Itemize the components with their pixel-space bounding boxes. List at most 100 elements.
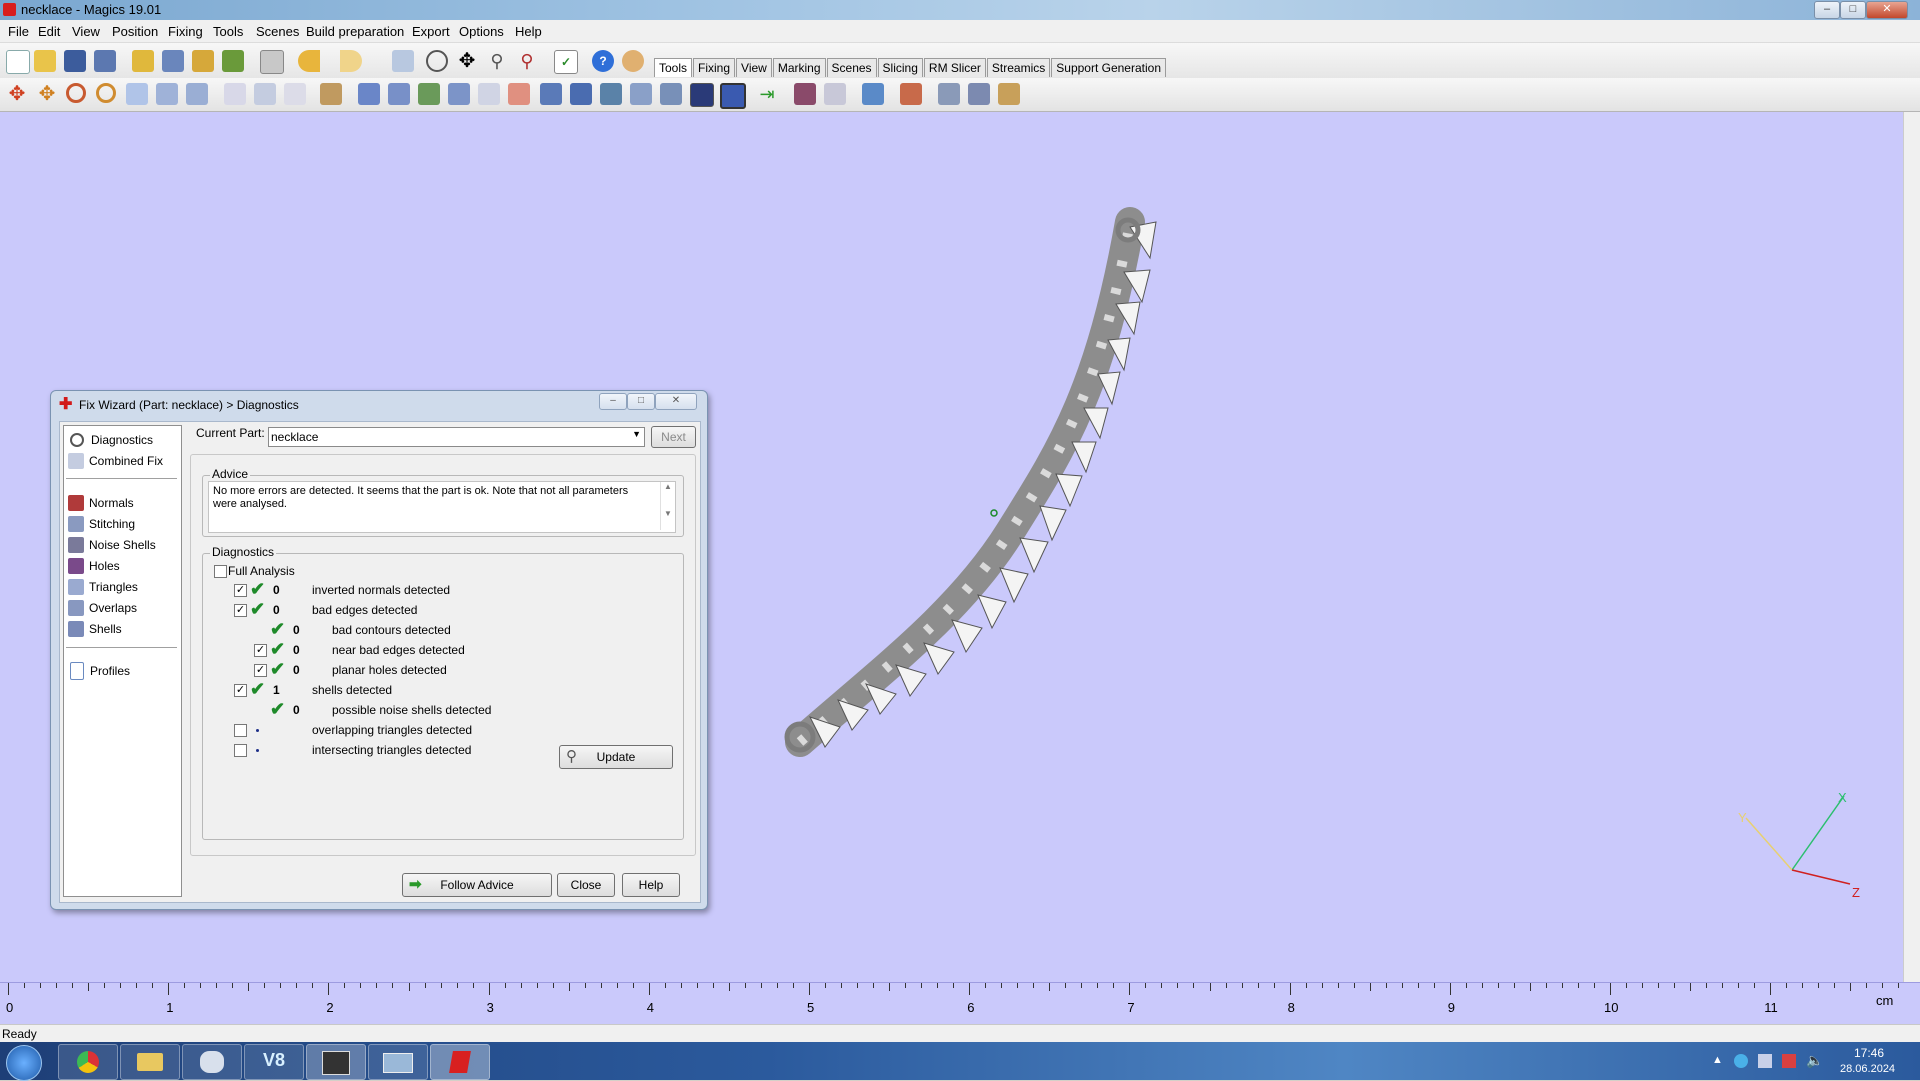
nav-noise-shells[interactable]: Noise Shells [68, 536, 156, 554]
nav-holes[interactable]: Holes [68, 557, 120, 575]
measure-icon[interactable]: ⇥ [756, 83, 778, 105]
save-part-icon[interactable] [162, 50, 184, 72]
menu-file[interactable]: File [8, 24, 29, 39]
plot-icon[interactable] [824, 83, 846, 105]
action-center-icon[interactable] [1782, 1054, 1796, 1068]
dialog-minimize-button[interactable]: – [599, 393, 627, 410]
follow-advice-button[interactable]: ➡ Follow Advice [402, 873, 552, 897]
nav-profiles[interactable]: Profiles [68, 662, 130, 680]
dialog-close-action-button[interactable]: Close [557, 873, 615, 897]
punch-icon[interactable] [284, 83, 306, 105]
help-icon[interactable]: ? [592, 50, 614, 72]
menu-view[interactable]: View [72, 24, 100, 39]
save-as-icon[interactable] [94, 50, 116, 72]
advice-textbox[interactable]: No more errors are detected. It seems th… [208, 481, 676, 533]
import-part-icon[interactable] [132, 50, 154, 72]
tab-marking[interactable]: Marking [772, 58, 826, 77]
diagnostic-checkbox[interactable]: ✓ [234, 604, 247, 617]
assistant-icon[interactable] [622, 50, 644, 72]
next-button[interactable]: Next [651, 426, 696, 448]
zoom-icon[interactable]: ⚲ [486, 50, 508, 72]
tab-rm-slicer[interactable]: RM Slicer [923, 58, 986, 77]
diagnostic-checkbox[interactable] [234, 724, 247, 737]
menu-export[interactable]: Export [412, 24, 450, 39]
report-icon[interactable] [900, 83, 922, 105]
tab-fixing[interactable]: Fixing [693, 58, 736, 77]
pan-icon[interactable]: ✥ [456, 50, 478, 72]
boolean-icon[interactable] [508, 83, 530, 105]
nav-triangles[interactable]: Triangles [68, 578, 138, 596]
cut-icon[interactable] [224, 83, 246, 105]
advice-scrollbar[interactable]: ▲ ▼ [660, 482, 675, 530]
diagnostic-checkbox[interactable]: ✓ [234, 684, 247, 697]
bag-icon[interactable] [998, 83, 1020, 105]
nav-combined-fix[interactable]: Combined Fix [68, 452, 163, 470]
tray-expand-icon[interactable]: ▲ [1712, 1054, 1723, 1066]
language-flag-icon[interactable] [1758, 1054, 1772, 1068]
taskbar-chrome[interactable] [58, 1044, 118, 1080]
wireframe-view-icon[interactable] [720, 83, 746, 109]
zoom-fit-icon[interactable]: ⚲ [516, 50, 538, 72]
menu-build-preparation[interactable]: Build preparation [306, 24, 404, 39]
label-icon[interactable] [478, 83, 500, 105]
current-part-select[interactable]: necklace ▼ [268, 427, 645, 447]
menu-help[interactable]: Help [515, 24, 542, 39]
diagnostic-checkbox[interactable]: ✓ [254, 664, 267, 677]
settings-icon[interactable] [938, 83, 960, 105]
menu-scenes[interactable]: Scenes [256, 24, 299, 39]
tab-slicing[interactable]: Slicing [877, 58, 923, 77]
load-part-icon[interactable] [192, 50, 214, 72]
part-info-icon[interactable] [862, 83, 884, 105]
diagnostic-checkbox[interactable] [234, 744, 247, 757]
menu-fixing[interactable]: Fixing [168, 24, 203, 39]
duplicate-icon[interactable] [186, 83, 208, 105]
network-icon[interactable] [1734, 1054, 1748, 1068]
smooth-icon[interactable] [448, 83, 470, 105]
nav-stitching[interactable]: Stitching [68, 515, 135, 533]
rescale-icon[interactable] [126, 83, 148, 105]
full-analysis-checkbox[interactable] [214, 565, 227, 578]
nav-normals[interactable]: Normals [68, 494, 134, 512]
translate-to-default-icon[interactable]: ✥ [36, 83, 58, 105]
dialog-close-button[interactable]: ✕ [655, 393, 697, 410]
tab-streamics[interactable]: Streamics [986, 58, 1051, 77]
rotate-icon[interactable] [66, 83, 86, 103]
clock-date[interactable]: 28.06.2024 [1840, 1063, 1895, 1075]
select-icon[interactable] [392, 50, 414, 72]
maximize-button[interactable]: □ [1840, 1, 1866, 19]
rotate-view-icon[interactable] [426, 50, 448, 72]
tab-tools[interactable]: Tools [654, 58, 693, 77]
magics-app-icon[interactable] [3, 3, 16, 16]
tab-view[interactable]: View [736, 58, 772, 77]
print-icon[interactable] [260, 50, 284, 74]
section-icon[interactable] [794, 83, 816, 105]
perforate-icon[interactable] [254, 83, 276, 105]
menu-position[interactable]: Position [112, 24, 158, 39]
start-button[interactable] [6, 1045, 42, 1081]
taskbar-explorer[interactable] [120, 1044, 180, 1080]
redo-icon[interactable] [340, 50, 362, 72]
viewport-side-panel-toggle[interactable] [1903, 112, 1920, 982]
extrude-icon[interactable] [418, 83, 440, 105]
nav-shells[interactable]: Shells [68, 620, 122, 638]
verify-icon[interactable]: ✓ [554, 50, 578, 74]
structures-icon[interactable] [600, 83, 622, 105]
update-button[interactable]: ⚲ Update [559, 745, 673, 769]
nav-diagnostics[interactable]: Diagnostics [68, 431, 154, 449]
unload-part-icon[interactable] [222, 50, 244, 72]
clock-time[interactable]: 17:46 [1854, 1046, 1884, 1060]
shell-icon[interactable] [570, 83, 592, 105]
layers-icon[interactable] [968, 83, 990, 105]
menu-tools[interactable]: Tools [213, 24, 243, 39]
solid-view-icon[interactable] [690, 83, 714, 107]
open-folder-icon[interactable] [34, 50, 56, 72]
save-icon[interactable] [64, 50, 86, 72]
nav-overlaps[interactable]: Overlaps [68, 599, 137, 617]
diagnostic-checkbox[interactable]: ✓ [234, 584, 247, 597]
necklace-part[interactable] [785, 207, 1145, 757]
taskbar-paint[interactable] [182, 1044, 242, 1080]
menu-edit[interactable]: Edit [38, 24, 60, 39]
tab-scenes[interactable]: Scenes [826, 58, 877, 77]
dialog-help-button[interactable]: Help [622, 873, 680, 897]
undo-icon[interactable] [298, 50, 320, 72]
